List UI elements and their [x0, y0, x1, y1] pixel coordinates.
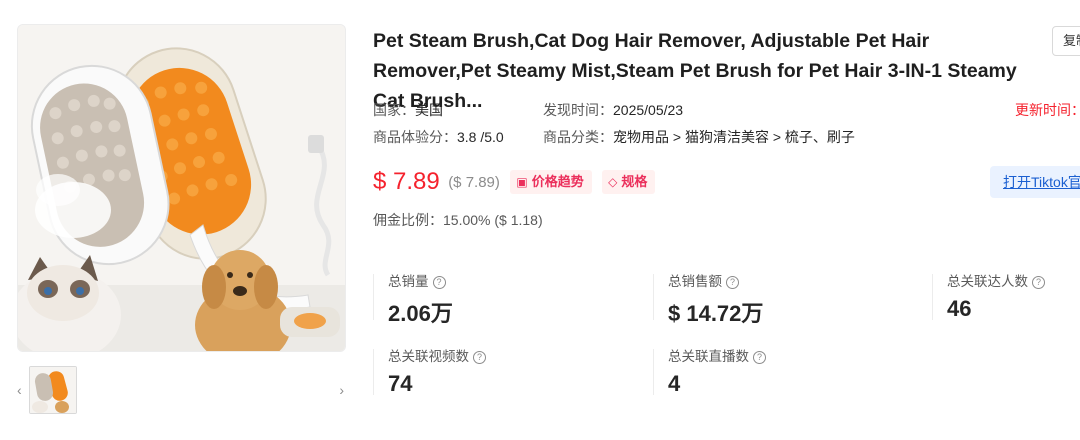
- original-price: ($ 7.89): [448, 173, 500, 191]
- spec-label: 规格: [621, 174, 648, 189]
- category-value: 宠物用品 > 猫狗清洁美容 > 梳子、刷子: [613, 129, 855, 145]
- stat-total-videos: 总关联视频数? 74: [373, 345, 486, 397]
- rating-label: 商品体验分：: [373, 129, 457, 145]
- stat-label: 总关联视频数: [388, 349, 469, 364]
- thumb-next-arrow[interactable]: ›: [339, 382, 344, 398]
- stat-label: 总关联直播数: [668, 349, 749, 364]
- help-icon[interactable]: ?: [753, 351, 766, 364]
- stat-label: 总关联达人数: [947, 274, 1028, 289]
- country-row: 国家：美国: [373, 100, 443, 120]
- tag-icon: ◇: [608, 175, 618, 189]
- stat-divider: [932, 274, 933, 320]
- category-row: 商品分类：宠物用品 > 猫狗清洁美容 > 梳子、刷子: [543, 127, 855, 147]
- chart-icon: ▣: [516, 175, 528, 189]
- discovered-row: 发现时间：2025/05/23: [543, 100, 683, 120]
- spec-button[interactable]: ◇ 规格: [602, 170, 656, 194]
- discovered-label: 发现时间：: [543, 102, 613, 118]
- stat-divider: [653, 349, 654, 395]
- country-label: 国家：: [373, 102, 415, 118]
- stat-value: 74: [388, 371, 413, 396]
- commission-label: 佣金比例：: [373, 212, 443, 228]
- stat-value: 2.06万: [388, 301, 453, 326]
- discovered-value: 2025/05/23: [613, 102, 684, 118]
- product-main-image: [17, 24, 346, 352]
- price-trend-button[interactable]: ▣ 价格趋势: [510, 170, 592, 194]
- thumbnail-image[interactable]: [29, 366, 77, 414]
- thumbnail-strip: ‹ ›: [17, 366, 346, 416]
- commission-value: 15.00% ($ 1.18): [443, 212, 543, 228]
- stat-total-lives: 总关联直播数? 4: [653, 345, 766, 397]
- stat-value: $ 14.72万: [668, 301, 764, 326]
- stat-value: 46: [947, 296, 972, 321]
- rating-value: 3.8 /5.0: [457, 129, 504, 145]
- help-icon[interactable]: ?: [473, 351, 486, 364]
- stat-total-creators: 总关联达人数? 46: [932, 270, 1045, 322]
- commission-row: 佣金比例：15.00% ($ 1.18): [373, 210, 543, 230]
- help-icon[interactable]: ?: [1032, 276, 1045, 289]
- help-icon[interactable]: ?: [432, 276, 446, 289]
- thumb-prev-arrow[interactable]: ‹: [17, 382, 22, 398]
- stat-total-revenue: 总销售额? $ 14.72万: [653, 270, 764, 328]
- price-trend-label: 价格趋势: [531, 174, 584, 189]
- stat-divider: [653, 274, 654, 320]
- update-time-label: 更新时间：: [1015, 102, 1080, 118]
- copy-button[interactable]: 复制: [1052, 26, 1080, 56]
- rating-row: 商品体验分：3.8 /5.0: [373, 127, 504, 147]
- stat-label: 总销售额: [668, 274, 722, 289]
- current-price: $ 7.89: [373, 168, 440, 195]
- help-icon[interactable]: ?: [726, 276, 739, 289]
- category-label: 商品分类：: [543, 129, 613, 145]
- stat-label: 总销量: [388, 274, 429, 289]
- stat-value: 4: [668, 371, 681, 396]
- price-row: $ 7.89 ($ 7.89) ▣ 价格趋势 ◇ 规格: [373, 168, 656, 198]
- stat-divider: [373, 349, 374, 395]
- stat-divider: [373, 274, 374, 320]
- open-tiktok-button[interactable]: 打开Tiktok官网: [990, 166, 1080, 198]
- country-value: 美国: [415, 102, 443, 118]
- product-title: Pet Steam Brush,Cat Dog Hair Remover, Ad…: [373, 30, 1017, 112]
- stat-total-sales: 总销量? 2.06万: [373, 270, 453, 328]
